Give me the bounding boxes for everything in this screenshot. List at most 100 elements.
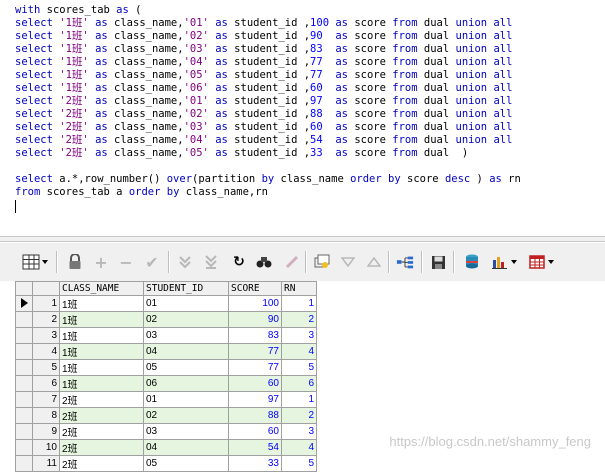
code-line[interactable]: select '1班' as class_name,'01' as studen… <box>15 17 521 30</box>
cell-student-id[interactable]: 05 <box>143 455 229 472</box>
row-number[interactable]: 6 <box>32 375 60 392</box>
row-number[interactable]: 11 <box>32 455 60 472</box>
chart-icon[interactable] <box>491 253 517 271</box>
row-indicator[interactable] <box>15 327 33 344</box>
row-number[interactable]: 9 <box>32 423 60 440</box>
code-line[interactable]: select '1班' as class_name,'05' as studen… <box>15 69 521 82</box>
row-indicator[interactable] <box>15 455 33 472</box>
cell-class-name[interactable]: 1班 <box>59 359 144 376</box>
row-indicator[interactable] <box>15 375 33 392</box>
cell-class-name[interactable]: 1班 <box>59 375 144 392</box>
sql-code[interactable]: with scores_tab as (select '1班' as class… <box>15 4 521 199</box>
delete-record-icon[interactable]: − <box>117 253 135 272</box>
tree-icon[interactable] <box>396 253 414 271</box>
row-indicator[interactable] <box>15 407 33 424</box>
cell-score[interactable]: 83 <box>228 327 282 344</box>
cell-student-id[interactable]: 06 <box>143 375 229 392</box>
cell-class-name[interactable]: 1班 <box>59 311 144 328</box>
cell-student-id[interactable]: 04 <box>143 439 229 456</box>
cell-student-id[interactable]: 03 <box>143 327 229 344</box>
table-row[interactable]: 10 2班 04 54 4 <box>15 439 317 456</box>
clear-icon[interactable] <box>283 253 301 271</box>
cell-student-id[interactable]: 01 <box>143 295 229 312</box>
code-line[interactable] <box>15 160 521 173</box>
column-header-rn[interactable]: RN <box>281 281 317 296</box>
row-number[interactable]: 8 <box>32 407 60 424</box>
lock-icon[interactable] <box>66 253 84 271</box>
table-row[interactable]: 8 2班 02 88 2 <box>15 407 317 424</box>
code-line[interactable]: select '2班' as class_name,'01' as studen… <box>15 95 521 108</box>
cell-score[interactable]: 54 <box>228 439 282 456</box>
post-changes-icon[interactable]: ✔ <box>143 253 161 272</box>
table-icon[interactable] <box>528 253 554 271</box>
code-line[interactable]: select '2班' as class_name,'04' as studen… <box>15 134 521 147</box>
cell-rn[interactable]: 2 <box>281 311 317 328</box>
code-line[interactable]: select '2班' as class_name,'05' as studen… <box>15 147 521 160</box>
code-line[interactable]: select '2班' as class_name,'03' as studen… <box>15 121 521 134</box>
row-indicator[interactable] <box>15 359 33 376</box>
row-number[interactable]: 2 <box>32 311 60 328</box>
cell-class-name[interactable]: 2班 <box>59 407 144 424</box>
table-row[interactable]: 5 1班 05 77 5 <box>15 359 317 376</box>
row-indicator[interactable] <box>15 311 33 328</box>
table-row[interactable]: 2 1班 02 90 2 <box>15 311 317 328</box>
row-indicator[interactable] <box>15 439 33 456</box>
table-row[interactable]: 11 2班 05 33 5 <box>15 455 317 472</box>
cell-class-name[interactable]: 1班 <box>59 295 144 312</box>
cell-rn[interactable]: 5 <box>281 455 317 472</box>
column-header-class-name[interactable]: CLASS_NAME <box>59 281 144 296</box>
code-line[interactable]: select a.*,row_number() over(partition b… <box>15 173 521 186</box>
table-row[interactable]: 1 1班 01 100 1 <box>15 295 317 312</box>
row-indicator[interactable] <box>15 295 33 312</box>
add-record-icon[interactable]: + <box>92 253 110 272</box>
code-line[interactable]: select '1班' as class_name,'03' as studen… <box>15 43 521 56</box>
code-line[interactable]: select '1班' as class_name,'02' as studen… <box>15 30 521 43</box>
cell-student-id[interactable]: 02 <box>143 311 229 328</box>
cell-rn[interactable]: 4 <box>281 343 317 360</box>
cell-rn[interactable]: 6 <box>281 375 317 392</box>
cell-score[interactable]: 100 <box>228 295 282 312</box>
table-row[interactable]: 4 1班 04 77 4 <box>15 343 317 360</box>
cell-score[interactable]: 60 <box>228 375 282 392</box>
cell-class-name[interactable]: 1班 <box>59 327 144 344</box>
table-row[interactable]: 6 1班 06 60 6 <box>15 375 317 392</box>
cell-student-id[interactable]: 04 <box>143 343 229 360</box>
code-line[interactable]: select '1班' as class_name,'04' as studen… <box>15 56 521 69</box>
table-row[interactable]: 9 2班 03 60 3 <box>15 423 317 440</box>
sql-editor[interactable]: with scores_tab as (select '1班' as class… <box>0 0 605 236</box>
cell-rn[interactable]: 4 <box>281 439 317 456</box>
last-record-icon[interactable] <box>202 253 220 271</box>
database-icon[interactable] <box>463 253 481 271</box>
code-line[interactable]: with scores_tab as ( <box>15 4 521 17</box>
grid-view-icon[interactable] <box>22 253 48 271</box>
row-number[interactable]: 1 <box>32 295 60 312</box>
cell-rn[interactable]: 3 <box>281 423 317 440</box>
cell-student-id[interactable]: 02 <box>143 407 229 424</box>
cell-score[interactable]: 90 <box>228 311 282 328</box>
filter-up-icon[interactable] <box>365 253 383 271</box>
cell-score[interactable]: 33 <box>228 455 282 472</box>
cell-class-name[interactable]: 2班 <box>59 439 144 456</box>
cell-rn[interactable]: 5 <box>281 359 317 376</box>
cell-rn[interactable]: 1 <box>281 391 317 408</box>
cell-rn[interactable]: 2 <box>281 407 317 424</box>
cell-class-name[interactable]: 2班 <box>59 423 144 440</box>
table-row[interactable]: 7 2班 01 97 1 <box>15 391 317 408</box>
cell-score[interactable]: 77 <box>228 359 282 376</box>
cell-class-name[interactable]: 2班 <box>59 455 144 472</box>
code-line[interactable]: select '1班' as class_name,'06' as studen… <box>15 82 521 95</box>
row-number[interactable]: 10 <box>32 439 60 456</box>
cell-student-id[interactable]: 05 <box>143 359 229 376</box>
code-line[interactable]: from scores_tab a order by class_name,rn <box>15 186 521 199</box>
cell-rn[interactable]: 3 <box>281 327 317 344</box>
pane-splitter[interactable] <box>0 236 605 242</box>
row-number[interactable]: 4 <box>32 343 60 360</box>
row-number[interactable]: 7 <box>32 391 60 408</box>
table-row[interactable]: 3 1班 03 83 3 <box>15 327 317 344</box>
cell-class-name[interactable]: 1班 <box>59 343 144 360</box>
cell-score[interactable]: 77 <box>228 343 282 360</box>
cell-score[interactable]: 97 <box>228 391 282 408</box>
filter-down-icon[interactable] <box>339 253 357 271</box>
row-number[interactable]: 5 <box>32 359 60 376</box>
cell-class-name[interactable]: 2班 <box>59 391 144 408</box>
